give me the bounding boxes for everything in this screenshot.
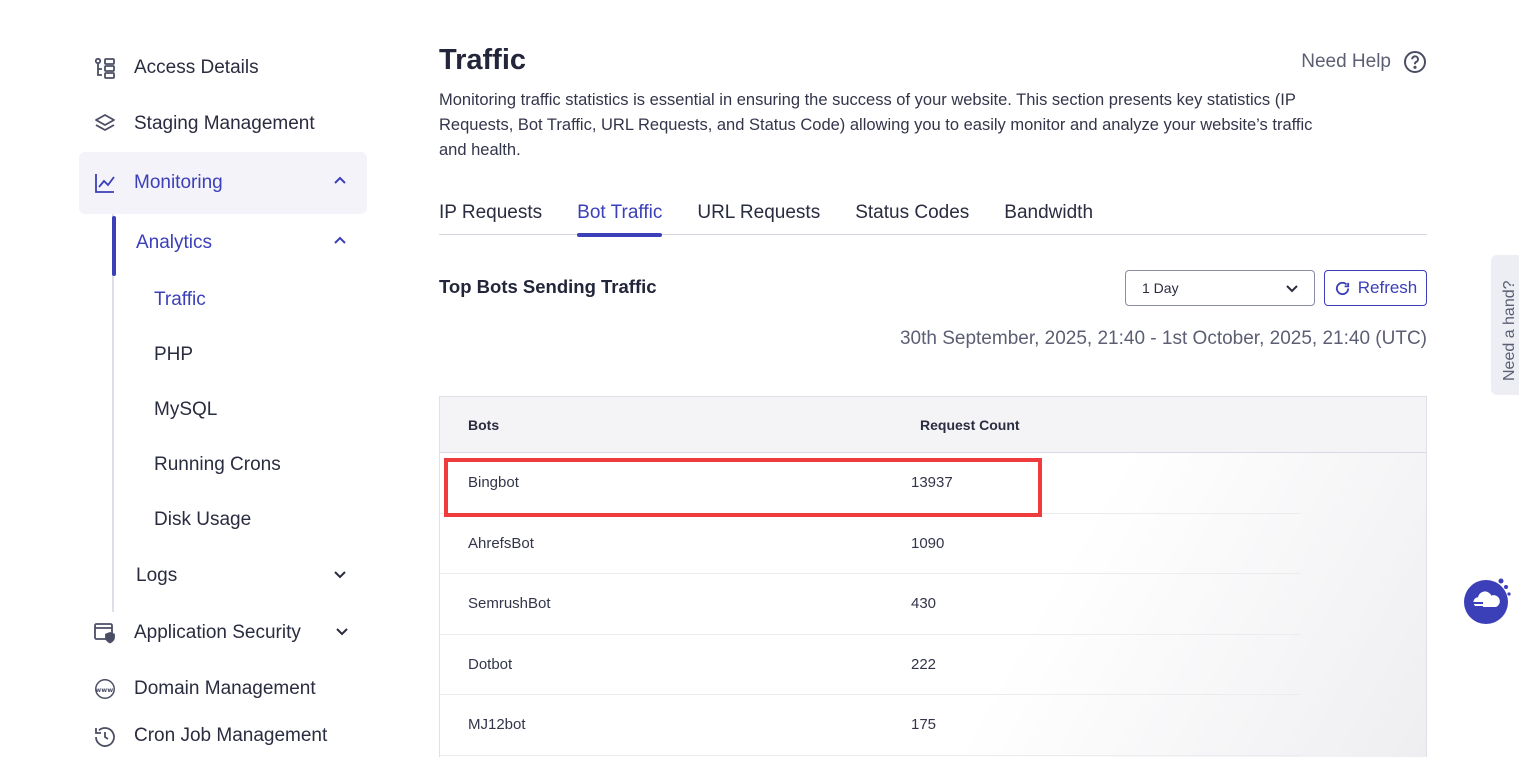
sidebar-item-application-security[interactable]: Application Security: [79, 605, 367, 661]
sidebar-item-cron-job-management[interactable]: Cron Job Management: [79, 717, 367, 757]
bot-name: MJ12bot: [468, 716, 526, 733]
line-chart-icon: [93, 171, 117, 195]
sidebar-item-traffic[interactable]: Traffic: [112, 272, 367, 327]
sidebar-item-label: Cron Job Management: [134, 725, 328, 746]
chevron-down-icon: [333, 565, 347, 587]
sidebar-item-logs[interactable]: Logs: [112, 547, 367, 605]
request-count: 175: [911, 716, 937, 733]
sidebar-item-staging-management[interactable]: Staging Management: [79, 96, 367, 152]
sidebar-item-analytics[interactable]: Analytics: [112, 214, 367, 272]
svg-text:www: www: [95, 686, 113, 694]
section-title: Top Bots Sending Traffic: [439, 276, 657, 297]
www-icon: www: [93, 677, 117, 701]
history-icon: [93, 725, 117, 749]
table-row: Dotbot 222: [440, 635, 1301, 695]
table-header: Bots Request Count: [440, 397, 1426, 453]
tab-status-codes[interactable]: Status Codes: [855, 198, 969, 235]
sidebar-item-running-crons[interactable]: Running Crons: [112, 437, 367, 492]
layers-icon: [93, 112, 117, 136]
need-help-label: Need Help: [1301, 51, 1391, 72]
page-title: Traffic: [439, 44, 527, 76]
sidebar-item-disk-usage[interactable]: Disk Usage: [112, 492, 367, 547]
chat-cloud-icon[interactable]: [1463, 577, 1511, 625]
page-description: Monitoring traffic statistics is essenti…: [439, 91, 1313, 159]
main-content: Traffic Need Help Monitoring traffic sta…: [439, 40, 1427, 757]
bot-name: Dotbot: [468, 655, 513, 673]
shield-window-icon: [93, 621, 117, 645]
tab-bot-traffic[interactable]: Bot Traffic: [577, 198, 663, 237]
refresh-button[interactable]: Refresh: [1324, 270, 1427, 306]
refresh-label: Refresh: [1357, 278, 1418, 297]
need-a-hand-tab[interactable]: Need a hand?: [1491, 255, 1519, 395]
help-circle-icon: [1404, 51, 1426, 73]
bot-name: SemrushBot: [468, 595, 551, 612]
sidebar-item-label: Monitoring: [134, 172, 223, 193]
sidebar: Access Details Staging Management Monito…: [79, 40, 367, 757]
request-count: 1090: [911, 534, 945, 552]
need-a-hand-label: Need a hand?: [1501, 280, 1518, 381]
access-details-icon: [93, 56, 117, 80]
date-range-text: 30th September, 2025, 21:40 - 1st Octobe…: [899, 328, 1427, 349]
sidebar-item-label: Domain Management: [134, 678, 316, 699]
chevron-down-icon: [335, 622, 349, 644]
chevron-up-icon: [333, 172, 347, 194]
monitoring-subnav: Analytics Traffic PHP MySQL Running Cron…: [112, 214, 367, 612]
tab-ip-requests[interactable]: IP Requests: [439, 198, 542, 235]
sidebar-item-label: Application Security: [134, 622, 301, 643]
tab-bandwidth[interactable]: Bandwidth: [1004, 198, 1093, 235]
sidebar-item-label: Logs: [136, 565, 178, 586]
table-row: MJ12bot 175: [440, 695, 1301, 756]
table-row: AhrefsBot 1090: [440, 514, 1301, 574]
table-row: Bingbot 13937: [440, 453, 1301, 514]
chevron-down-icon: [1284, 280, 1300, 299]
sidebar-item-monitoring[interactable]: Monitoring: [79, 152, 367, 214]
request-count: 222: [911, 655, 937, 673]
bots-table: Bots Request Count Bingbot 13937 AhrefsB…: [439, 396, 1427, 757]
column-header-request-count: Request Count: [920, 417, 1020, 433]
request-count: 13937: [911, 474, 953, 491]
refresh-icon: [1335, 281, 1349, 295]
time-range-value: 1 Day: [1142, 280, 1179, 296]
bot-name: AhrefsBot: [468, 534, 534, 552]
time-range-select[interactable]: 1 Day: [1125, 270, 1315, 306]
chevron-up-icon: [333, 232, 347, 254]
sidebar-item-php[interactable]: PHP: [112, 327, 367, 382]
sidebar-item-domain-management[interactable]: www Domain Management: [79, 661, 367, 717]
tab-url-requests[interactable]: URL Requests: [697, 198, 820, 235]
table-row: SemrushBot 430: [440, 574, 1301, 635]
sidebar-item-access-details[interactable]: Access Details: [79, 40, 367, 96]
need-help-link[interactable]: Need Help: [1301, 50, 1427, 74]
sidebar-item-label: Staging Management: [134, 113, 315, 134]
request-count: 430: [911, 595, 937, 612]
tab-bar: IP Requests Bot Traffic URL Requests Sta…: [439, 198, 1427, 237]
sidebar-item-label: Analytics: [136, 232, 213, 253]
sidebar-item-mysql[interactable]: MySQL: [112, 382, 367, 437]
sidebar-item-label: Access Details: [134, 57, 259, 78]
column-header-bots: Bots: [468, 417, 500, 433]
bot-name: Bingbot: [468, 474, 519, 491]
